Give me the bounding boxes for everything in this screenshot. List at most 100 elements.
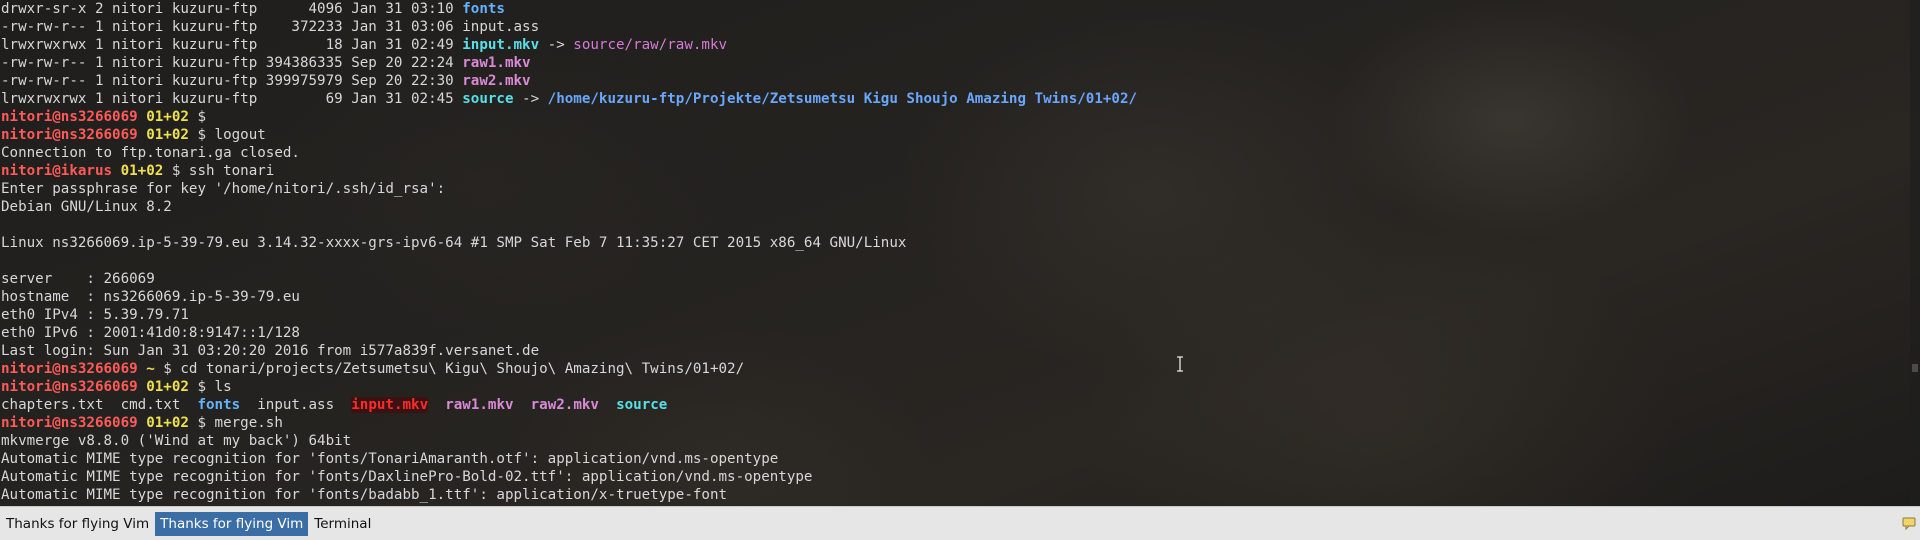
- terminal-line: nitori@ns3266069 01+02 $ logout: [1, 126, 1137, 144]
- terminal-line: server : 266069: [1, 270, 1137, 288]
- terminal-text: nitori@ns3266069: [1, 109, 138, 125]
- terminal-window[interactable]: drwxr-sr-x 2 nitori kuzuru-ftp 4096 Jan …: [0, 0, 1920, 506]
- terminal-text: fonts: [462, 1, 505, 17]
- terminal-text: input.ass: [240, 397, 352, 413]
- terminal-text: lrwxrwxrwx 1 nitori kuzuru-ftp 18 Jan 31…: [1, 37, 463, 53]
- terminal-text: nitori@ns3266069: [1, 127, 138, 143]
- terminal-line: nitori@ikarus 01+02 $ ssh tonari: [1, 162, 1137, 180]
- terminal-text: 01+02: [146, 127, 189, 143]
- terminal-text: mkvmerge v8.8.0 ('Wind at my back') 64bi…: [1, 433, 352, 449]
- terminal-text: nitori@ikarus: [1, 163, 113, 179]
- terminal-output: drwxr-sr-x 2 nitori kuzuru-ftp 4096 Jan …: [1, 0, 1137, 504]
- message-icon[interactable]: [1902, 516, 1916, 530]
- terminal-line: Enter passphrase for key '/home/nitori/.…: [1, 180, 1137, 198]
- terminal-line: hostname : ns3266069.ip-5-39-79.eu: [1, 288, 1137, 306]
- text-cursor-icon: [1177, 356, 1183, 372]
- terminal-text: Enter passphrase for key '/home/nitori/.…: [1, 181, 446, 197]
- terminal-text: -rw-rw-r-- 1 nitori kuzuru-ftp 394386335…: [1, 55, 463, 71]
- terminal-text: server : 266069: [1, 271, 155, 287]
- terminal-line: nitori@ns3266069 01+02 $: [1, 108, 1137, 126]
- terminal-line: -rw-rw-r-- 1 nitori kuzuru-ftp 394386335…: [1, 54, 1137, 72]
- scrollbar-thumb[interactable]: [1912, 364, 1918, 372]
- terminal-text: source/raw/raw.mkv: [573, 37, 728, 53]
- terminal-text: input.mkv: [462, 37, 540, 53]
- terminal-text: Last login: Sun Jan 31 03:20:20 2016 fro…: [1, 343, 540, 359]
- terminal-text: /home/kuzuru-ftp/Projekte/Zetsumetsu Kig…: [547, 91, 1138, 107]
- terminal-line: Last login: Sun Jan 31 03:20:20 2016 fro…: [1, 342, 1137, 360]
- terminal-text: ->: [513, 91, 548, 107]
- terminal-text: 01+02: [146, 379, 189, 395]
- terminal-text: Automatic MIME type recognition for 'fon…: [1, 469, 813, 485]
- taskbar-item-vim-2[interactable]: Thanks for flying Vim: [155, 511, 309, 536]
- terminal-text: $ ls: [188, 379, 232, 395]
- terminal-text: Linux ns3266069.ip-5-39-79.eu 3.14.32-xx…: [1, 235, 907, 251]
- terminal-text: raw2.mkv: [530, 397, 599, 413]
- terminal-line: Automatic MIME type recognition for 'fon…: [1, 468, 1137, 486]
- terminal-text: ~: [146, 361, 155, 377]
- terminal-text: nitori@ns3266069: [1, 379, 138, 395]
- terminal-text: raw1.mkv: [462, 55, 531, 71]
- terminal-text: Connection to ftp.tonari.ga closed.: [1, 145, 300, 161]
- terminal-scrollbar[interactable]: [1910, 0, 1920, 506]
- terminal-text: fonts: [197, 397, 241, 413]
- terminal-text: input.mkv: [351, 397, 429, 413]
- terminal-text: Debian GNU/Linux 8.2: [1, 199, 172, 215]
- terminal-text: Automatic MIME type recognition for 'fon…: [1, 487, 728, 503]
- terminal-text: eth0 IPv6 : 2001:41d0:8:9147::1/128: [1, 325, 300, 341]
- terminal-text: 01+02: [146, 415, 189, 431]
- terminal-text: $: [188, 109, 207, 125]
- terminal-line: chapters.txt cmd.txt fonts input.ass inp…: [1, 396, 1137, 414]
- terminal-line: Automatic MIME type recognition for 'fon…: [1, 450, 1137, 468]
- terminal-text: $ cd tonari/projects/Zetsumetsu\ Kigu\ S…: [154, 361, 745, 377]
- terminal-line: eth0 IPv6 : 2001:41d0:8:9147::1/128: [1, 324, 1137, 342]
- terminal-line: -rw-rw-r-- 1 nitori kuzuru-ftp 399975979…: [1, 72, 1137, 90]
- terminal-line: Linux ns3266069.ip-5-39-79.eu 3.14.32-xx…: [1, 234, 1137, 252]
- terminal-text: hostname : ns3266069.ip-5-39-79.eu: [1, 289, 300, 305]
- terminal-text: nitori@ns3266069: [1, 415, 138, 431]
- terminal-text: $ logout: [188, 127, 266, 143]
- terminal-text: lrwxrwxrwx 1 nitori kuzuru-ftp 69 Jan 31…: [1, 91, 463, 107]
- terminal-text: ->: [539, 37, 574, 53]
- terminal-line: Connection to ftp.tonari.ga closed.: [1, 144, 1137, 162]
- terminal-text: 01+02: [120, 163, 164, 179]
- terminal-text: raw2.mkv: [462, 73, 531, 89]
- terminal-line: nitori@ns3266069 01+02 $ merge.sh: [1, 414, 1137, 432]
- terminal-line: drwxr-sr-x 2 nitori kuzuru-ftp 4096 Jan …: [1, 0, 1137, 18]
- terminal-line: Debian GNU/Linux 8.2: [1, 198, 1137, 216]
- terminal-line: -rw-rw-r-- 1 nitori kuzuru-ftp 372233 Ja…: [1, 18, 1137, 36]
- terminal-text: chapters.txt cmd.txt: [1, 397, 198, 413]
- terminal-line: mkvmerge v8.8.0 ('Wind at my back') 64bi…: [1, 432, 1137, 450]
- terminal-line: nitori@ns3266069 01+02 $ ls: [1, 378, 1137, 396]
- terminal-line: Automatic MIME type recognition for 'fon…: [1, 486, 1137, 504]
- terminal-line: nitori@ns3266069 ~ $ cd tonari/projects/…: [1, 360, 1137, 378]
- terminal-line: lrwxrwxrwx 1 nitori kuzuru-ftp 18 Jan 31…: [1, 36, 1137, 54]
- taskbar-item-terminal[interactable]: Terminal: [309, 512, 376, 536]
- taskbar: Thanks for flying Vim Thanks for flying …: [0, 506, 1920, 540]
- terminal-text: -rw-rw-r-- 1 nitori kuzuru-ftp 372233 Ja…: [1, 19, 540, 35]
- terminal-line: lrwxrwxrwx 1 nitori kuzuru-ftp 69 Jan 31…: [1, 90, 1137, 108]
- terminal-text: source: [616, 397, 668, 413]
- terminal-text: 01+02: [146, 109, 189, 125]
- terminal-text: raw1.mkv: [445, 397, 514, 413]
- terminal-text: eth0 IPv4 : 5.39.79.71: [1, 307, 189, 323]
- terminal-text: $ ssh tonari: [163, 163, 275, 179]
- terminal-text: nitori@ns3266069: [1, 361, 138, 377]
- terminal-text: drwxr-sr-x 2 nitori kuzuru-ftp 4096 Jan …: [1, 1, 463, 17]
- terminal-text: Automatic MIME type recognition for 'fon…: [1, 451, 779, 467]
- taskbar-item-vim-1[interactable]: Thanks for flying Vim: [1, 512, 154, 536]
- terminal-line: eth0 IPv4 : 5.39.79.71: [1, 306, 1137, 324]
- terminal-text: -rw-rw-r-- 1 nitori kuzuru-ftp 399975979…: [1, 73, 463, 89]
- terminal-text: source: [462, 91, 514, 107]
- terminal-text: $ merge.sh: [188, 415, 283, 431]
